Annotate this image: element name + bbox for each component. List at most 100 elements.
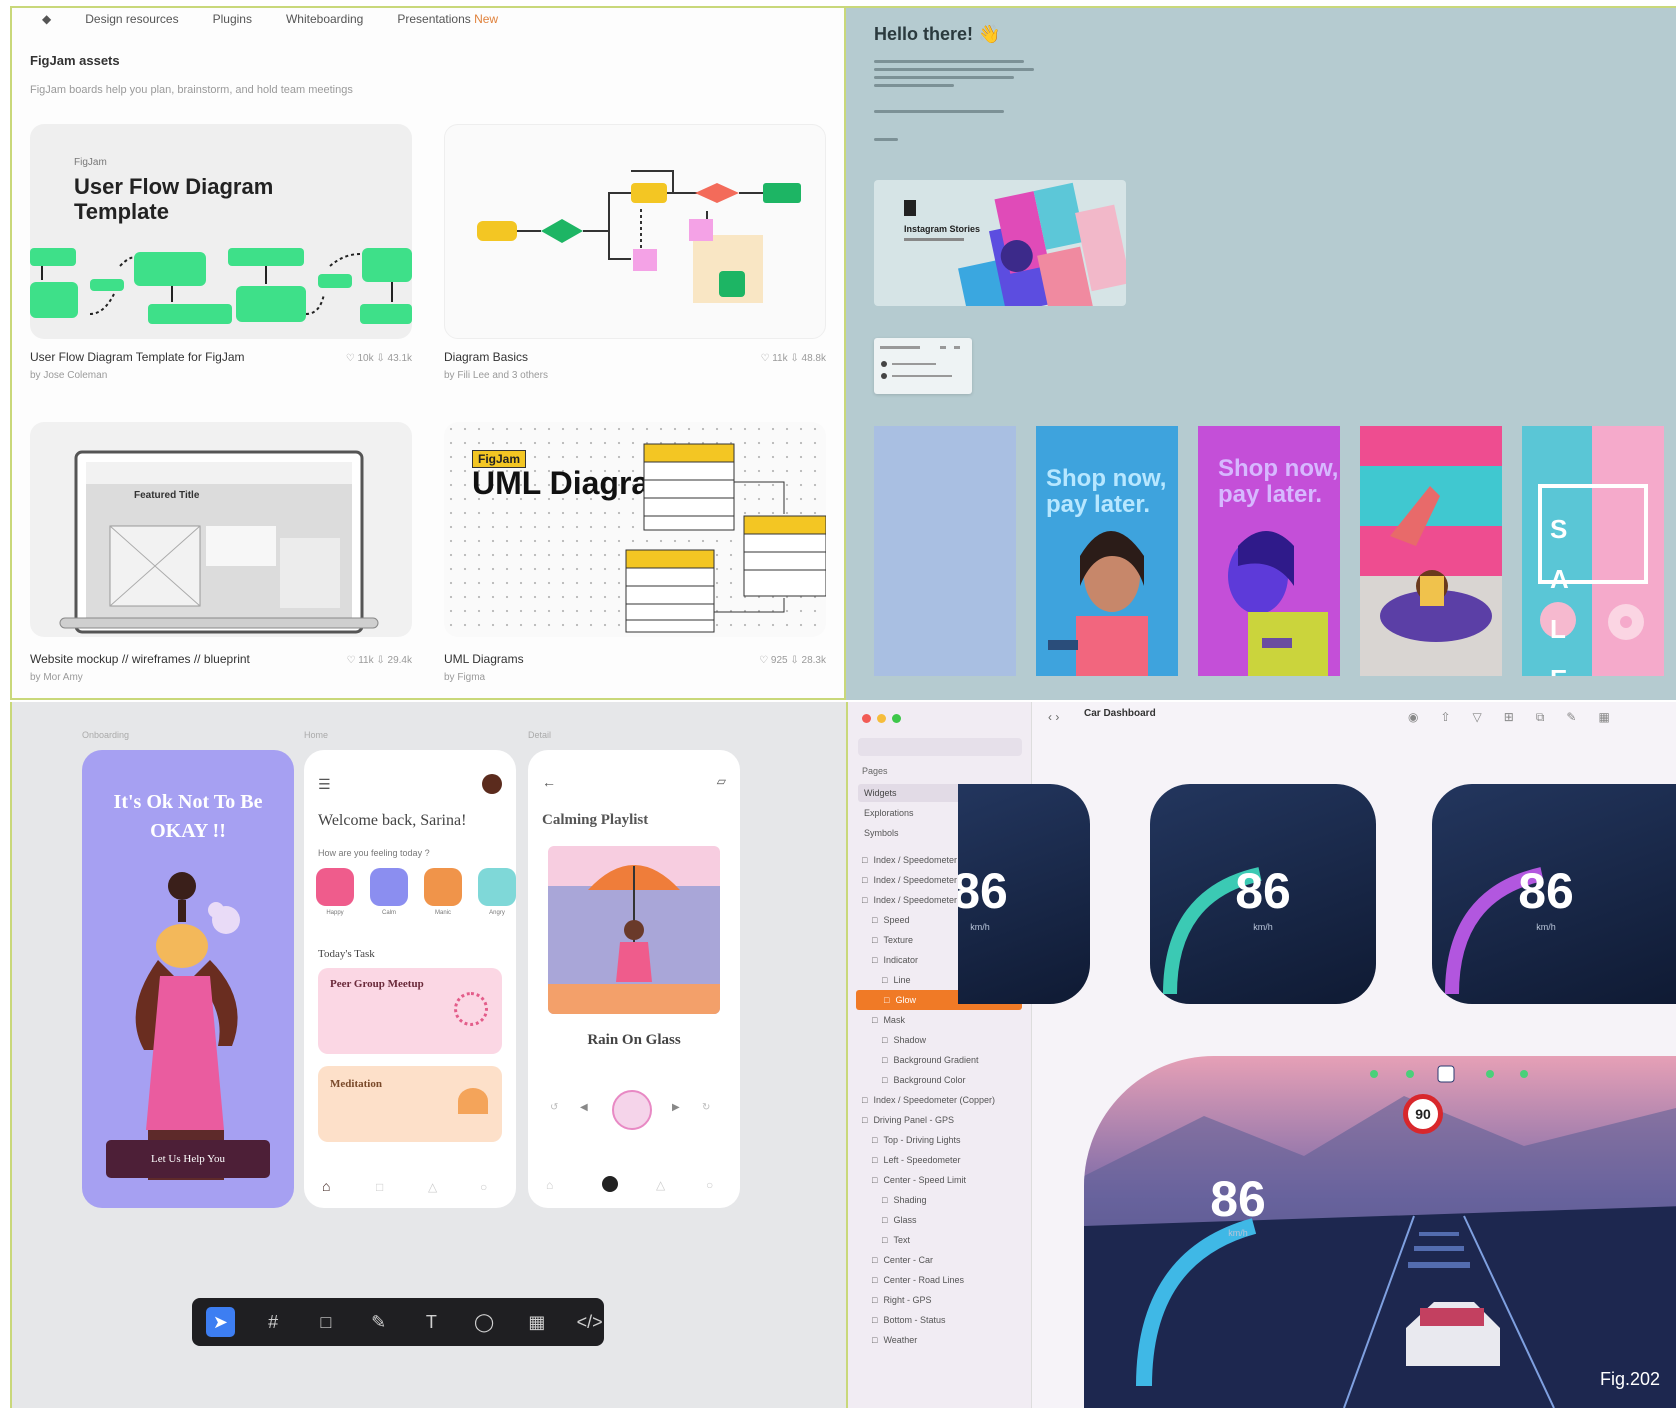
layer-frame-icon: □ bbox=[884, 995, 890, 1005]
dev-mode-icon[interactable]: </> bbox=[575, 1307, 604, 1337]
nav-plugins[interactable]: Plugins bbox=[213, 12, 252, 26]
layer-row[interactable]: □ Text bbox=[862, 1230, 1022, 1250]
nav-arrows-icon[interactable]: ‹ › bbox=[1048, 710, 1059, 724]
stories-collage-illustration bbox=[904, 182, 1126, 306]
layer-row[interactable]: □ Shadow bbox=[862, 1030, 1022, 1050]
speedometer-tile-purple[interactable]: 86 km/h bbox=[1432, 784, 1676, 1004]
frame-label[interactable]: Onboarding bbox=[82, 730, 129, 740]
yoga-photo-illustration bbox=[1360, 426, 1502, 676]
settings-tab-icon[interactable]: ○ bbox=[706, 1178, 713, 1192]
file-title[interactable]: Car Dashboard bbox=[1084, 708, 1156, 719]
thumb-featured-title: Featured Title bbox=[134, 490, 200, 501]
repeat-icon[interactable]: ↻ bbox=[702, 1102, 710, 1113]
mini-preview-card[interactable] bbox=[874, 338, 972, 394]
export-icon[interactable]: ⇧ bbox=[1440, 710, 1450, 725]
instagram-stories-cover[interactable]: Instagram Stories bbox=[874, 180, 1126, 306]
uml-card-thumbnail[interactable]: FigJam UML Diagram bbox=[444, 422, 826, 637]
layer-row[interactable]: □ Background Color bbox=[862, 1070, 1022, 1090]
layer-row[interactable]: □ Center - Car bbox=[862, 1250, 1022, 1270]
story-frame-sale[interactable]: S A L E bbox=[1522, 426, 1664, 676]
page-symbols[interactable]: Symbols bbox=[864, 828, 899, 838]
page-explorations[interactable]: Explorations bbox=[864, 808, 914, 818]
speed-unit: km/h bbox=[1536, 922, 1556, 932]
story-frame-shop-purple[interactable]: Shop now, pay later. bbox=[1198, 426, 1340, 676]
user-flow-card-thumbnail[interactable]: FigJam User Flow Diagram Template bbox=[30, 124, 412, 339]
layer-row[interactable]: □ Left - Speedometer bbox=[862, 1150, 1022, 1170]
portrait-illustration bbox=[1048, 531, 1148, 676]
pen-tool-icon[interactable]: ✎ bbox=[364, 1307, 393, 1337]
minimize-window-icon[interactable] bbox=[877, 714, 886, 723]
card-author[interactable]: by Fili Lee and 3 others bbox=[444, 370, 826, 381]
get-help-button[interactable]: Let Us Help You bbox=[106, 1140, 270, 1178]
share-icon[interactable]: ▱ bbox=[717, 774, 726, 788]
text-tool-icon[interactable]: T bbox=[417, 1307, 446, 1337]
nav-design-resources[interactable]: Design resources bbox=[85, 12, 178, 26]
back-arrow-icon[interactable]: ← bbox=[542, 774, 556, 790]
speedometer-tile-green[interactable]: 86 km/h bbox=[1150, 784, 1376, 1004]
next-icon[interactable]: ▶ bbox=[672, 1102, 680, 1113]
settings-tab-icon[interactable]: ○ bbox=[480, 1180, 487, 1194]
move-tool-icon[interactable]: ➤ bbox=[206, 1307, 235, 1337]
card-author[interactable]: by Jose Coleman bbox=[30, 370, 412, 381]
card-author[interactable]: by Mor Amy bbox=[30, 672, 412, 683]
layer-row[interactable]: □ Index / Speedometer (Copper) bbox=[862, 1090, 1022, 1110]
previous-icon[interactable]: ◀ bbox=[580, 1102, 588, 1113]
speedometer-tile-blue[interactable]: 86 km/h bbox=[958, 784, 1090, 1004]
card-author[interactable]: by Figma bbox=[444, 672, 826, 683]
layer-row[interactable]: □ Center - Road Lines bbox=[862, 1270, 1022, 1290]
shape-tool-icon[interactable]: □ bbox=[312, 1307, 341, 1337]
home-tab-icon[interactable]: ⌂ bbox=[546, 1178, 553, 1192]
story-frame-shop-blue[interactable]: Shop now, pay later. bbox=[1036, 426, 1178, 676]
layer-row[interactable]: □ Right - GPS bbox=[862, 1290, 1022, 1310]
comment-tool-icon[interactable]: ◯ bbox=[470, 1307, 499, 1337]
frame-label[interactable]: Detail bbox=[528, 730, 551, 740]
nav-presentations[interactable]: Presentations New bbox=[397, 12, 498, 26]
meditation-task-card[interactable]: Meditation bbox=[318, 1066, 502, 1142]
menu-icon[interactable]: ☰ bbox=[318, 776, 331, 793]
layer-row[interactable]: □ Bottom - Status bbox=[862, 1310, 1022, 1330]
story-frame-yoga[interactable] bbox=[1360, 426, 1502, 676]
music-tab-icon[interactable] bbox=[602, 1176, 618, 1192]
frame-tool-icon[interactable]: # bbox=[259, 1307, 288, 1337]
avatar[interactable] bbox=[482, 774, 502, 794]
profile-tab-icon[interactable]: △ bbox=[428, 1180, 437, 1194]
edit-icon[interactable]: ✎ bbox=[1566, 710, 1576, 725]
figma-logo-icon[interactable]: ◆ bbox=[42, 12, 51, 26]
resources-tool-icon[interactable]: ▦ bbox=[523, 1307, 552, 1337]
peer-group-task-card[interactable]: Peer Group Meetup bbox=[318, 968, 502, 1054]
mood-happy-button[interactable] bbox=[316, 868, 354, 906]
driving-panel[interactable]: 86 km/h bbox=[1084, 1056, 1676, 1408]
shuffle-icon[interactable]: ↺ bbox=[550, 1102, 558, 1113]
layer-row[interactable]: □ Background Gradient bbox=[862, 1050, 1022, 1070]
layer-row[interactable]: □ Center - Speed Limit bbox=[862, 1170, 1022, 1190]
close-window-icon[interactable] bbox=[862, 714, 871, 723]
layer-label: Background Gradient bbox=[893, 1055, 979, 1065]
frame-label[interactable]: Home bbox=[304, 730, 328, 740]
mood-manic-button[interactable] bbox=[424, 868, 462, 906]
play-button[interactable] bbox=[612, 1090, 652, 1130]
diagram-basics-card-thumbnail[interactable] bbox=[444, 124, 826, 339]
website-mockup-card-thumbnail[interactable]: Featured Title bbox=[30, 422, 412, 637]
duplicate-icon[interactable]: ⧉ bbox=[1536, 710, 1545, 725]
layer-row[interactable]: □ Weather bbox=[862, 1330, 1022, 1350]
mood-calm-button[interactable] bbox=[370, 868, 408, 906]
layer-row[interactable]: □ Glass bbox=[862, 1210, 1022, 1230]
nav-whiteboarding[interactable]: Whiteboarding bbox=[286, 12, 363, 26]
home-tab-icon[interactable]: ⌂ bbox=[322, 1178, 330, 1194]
user-flow-illustration bbox=[30, 248, 412, 324]
mood-angry-button[interactable] bbox=[478, 868, 516, 906]
maximize-window-icon[interactable] bbox=[892, 714, 901, 723]
layer-row[interactable]: □ Top - Driving Lights bbox=[862, 1130, 1022, 1150]
component-icon[interactable]: ⊞ bbox=[1504, 710, 1514, 725]
story-frame-empty[interactable] bbox=[874, 426, 1016, 676]
laptop-illustration bbox=[59, 450, 379, 634]
layer-row[interactable]: □ Mask bbox=[862, 1010, 1022, 1030]
explore-tab-icon[interactable]: □ bbox=[376, 1180, 383, 1194]
profile-tab-icon[interactable]: △ bbox=[656, 1178, 665, 1192]
layer-row[interactable]: □ Driving Panel - GPS bbox=[862, 1110, 1022, 1130]
layer-row[interactable]: □ Shading bbox=[862, 1190, 1022, 1210]
panel-icon[interactable]: ▦ bbox=[1598, 710, 1609, 725]
layer-search-input[interactable] bbox=[858, 738, 1022, 756]
inspect-icon[interactable]: ◉ bbox=[1408, 710, 1418, 725]
filter-icon[interactable]: ▽ bbox=[1473, 710, 1482, 725]
